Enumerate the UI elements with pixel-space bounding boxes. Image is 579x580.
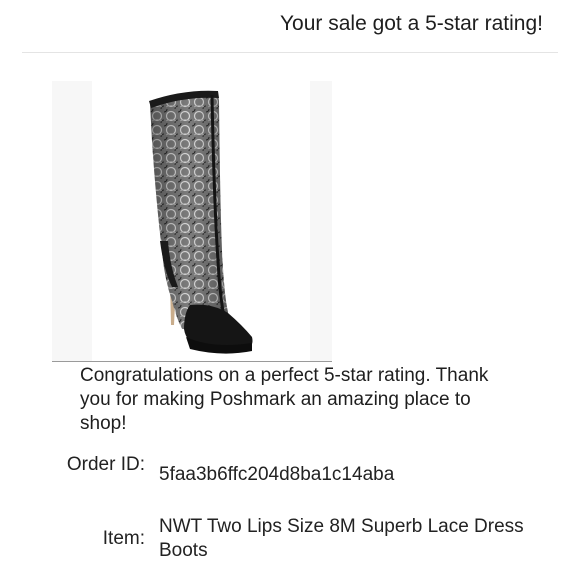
- boot-icon: [149, 90, 253, 354]
- item-value[interactable]: NWT Two Lips Size 8M Superb Lace Dress B…: [159, 515, 539, 563]
- congratulations-message: Congratulations on a perfect 5-star rati…: [80, 365, 489, 434]
- product-image[interactable]: [52, 81, 332, 361]
- image-divider: [52, 361, 332, 362]
- header-divider: [22, 52, 558, 53]
- item-label: Item:: [102, 528, 145, 549]
- page-title: Your sale got a 5-star rating!: [279, 12, 543, 35]
- order-id-label: Order ID:: [66, 454, 145, 475]
- order-id-value[interactable]: 5faa3b6ffc204d8ba1c14aba: [159, 463, 539, 487]
- notification-page: Your sale got a 5-star rating! Congratul…: [0, 0, 579, 580]
